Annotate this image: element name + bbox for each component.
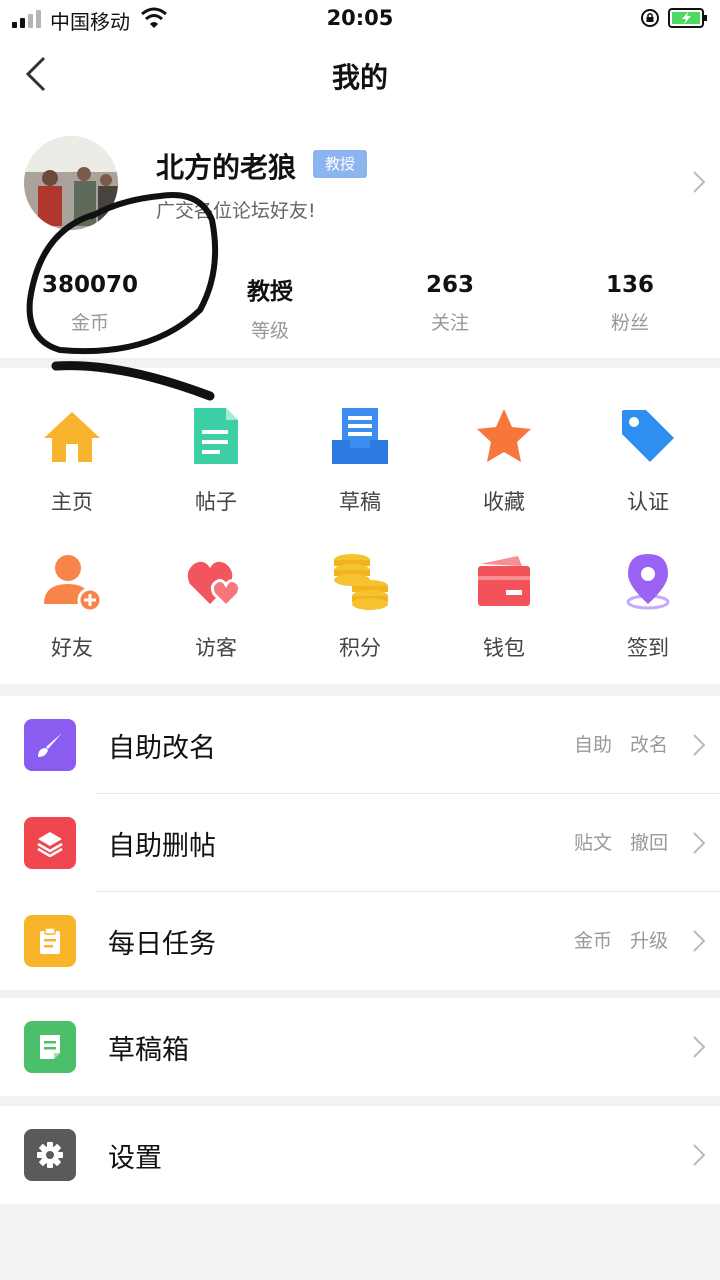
- stat-value: 263: [425, 272, 474, 298]
- note-icon: [24, 1021, 76, 1073]
- menu-section-drafts: 草稿箱: [0, 998, 720, 1096]
- grid-item-favorites[interactable]: 收藏: [432, 368, 576, 514]
- menu-item-rename[interactable]: 自助改名 自助 改名: [0, 696, 720, 794]
- menu-item-daily-tasks[interactable]: 每日任务 金币 升级: [0, 892, 720, 990]
- menu-item-delete-post[interactable]: 自助删帖 贴文 撤回: [0, 794, 720, 892]
- coins-icon: [334, 554, 388, 610]
- layers-icon: [24, 817, 76, 869]
- grid-item-checkin[interactable]: 签到: [576, 514, 720, 660]
- grid-item-label: 积分: [339, 636, 381, 660]
- grid-item-label: 好友: [51, 636, 93, 660]
- wallet-icon: [478, 556, 530, 606]
- brush-icon: [24, 719, 76, 771]
- menu-section-settings: 设置: [0, 1106, 720, 1204]
- menu-section-tools: 自助改名 自助 改名 自助删帖 贴文 撤回 每日任务 金币 升级: [0, 696, 720, 990]
- draft-tray-icon: [332, 408, 388, 464]
- home-icon: [44, 412, 100, 462]
- star-icon: [477, 409, 531, 462]
- grid-item-label: 帖子: [195, 490, 237, 514]
- chevron-right-icon: [693, 930, 706, 952]
- menu-item-settings[interactable]: 设置: [0, 1106, 720, 1204]
- grid-item-label: 收藏: [483, 490, 525, 514]
- stat-level[interactable]: 教授 等级: [180, 272, 360, 343]
- chevron-right-icon: [693, 1144, 706, 1166]
- stat-coins[interactable]: 380070 金币: [0, 272, 180, 335]
- grid-item-label: 访客: [195, 636, 237, 660]
- tag-icon: [622, 410, 674, 462]
- grid-item-posts[interactable]: 帖子: [144, 368, 288, 514]
- rotation-lock-icon: [641, 9, 659, 27]
- grid-item-wallet[interactable]: 钱包: [432, 514, 576, 660]
- location-pin-icon: [626, 554, 670, 610]
- menu-item-tags: 贴文 撤回: [573, 832, 668, 854]
- grid-item-verify[interactable]: 认证: [576, 368, 720, 514]
- username: 北方的老狼: [156, 151, 297, 184]
- grid-item-label: 认证: [627, 490, 669, 514]
- chevron-right-icon: [693, 734, 706, 756]
- grid-item-label: 草稿: [339, 490, 381, 514]
- chevron-right-icon: [693, 832, 706, 854]
- page-title: 我的: [331, 61, 388, 94]
- stat-value: 136: [605, 272, 654, 298]
- stat-label: 等级: [250, 320, 289, 342]
- grid-item-points[interactable]: 积分: [288, 514, 432, 660]
- menu-item-tags: 自助 改名: [573, 734, 668, 756]
- shortcut-grid: 主页 帖子 草稿 收藏 认证 好友 访客 积分 钱包 签到: [0, 368, 720, 684]
- grid-item-label: 签到: [627, 636, 669, 660]
- battery-icon: [668, 8, 707, 28]
- chevron-right-icon[interactable]: [692, 170, 706, 194]
- chevron-right-icon: [693, 1036, 706, 1058]
- menu-item-label: 设置: [108, 1143, 162, 1174]
- stat-following[interactable]: 263 关注: [360, 272, 540, 335]
- stat-fans[interactable]: 136 粉丝: [540, 272, 720, 335]
- profile-card: 北方的老狼 教授 广交各位论坛好友! 380070 金币 教授 等级 263 关…: [0, 110, 720, 358]
- gear-icon: [24, 1129, 76, 1181]
- grid-item-label: 钱包: [483, 636, 525, 660]
- add-friend-icon: [44, 555, 102, 612]
- stat-value: 380070: [41, 272, 139, 298]
- status-time: 20:05: [326, 6, 394, 30]
- grid-item-label: 主页: [51, 490, 93, 514]
- rank-badge: 教授: [313, 150, 368, 178]
- document-icon: [194, 408, 238, 464]
- grid-item-visitors[interactable]: 访客: [144, 514, 288, 660]
- stat-value: 教授: [247, 279, 293, 305]
- avatar[interactable]: [24, 136, 118, 230]
- stat-label: 金币: [70, 312, 109, 334]
- menu-item-label: 草稿箱: [108, 1035, 189, 1066]
- stat-label: 粉丝: [610, 312, 649, 334]
- menu-item-tags: 金币 升级: [573, 930, 668, 952]
- menu-item-label: 自助删帖: [108, 831, 216, 862]
- menu-item-label: 自助改名: [108, 733, 216, 764]
- navigation-bar: 我的: [0, 38, 720, 110]
- hearts-icon: [187, 561, 242, 609]
- stat-label: 关注: [430, 312, 469, 334]
- menu-item-label: 每日任务: [108, 929, 216, 960]
- status-bar: 中国移动 20:05: [0, 0, 720, 38]
- grid-item-drafts[interactable]: 草稿: [288, 368, 432, 514]
- clipboard-icon: [24, 915, 76, 967]
- menu-item-draft-box[interactable]: 草稿箱: [0, 998, 720, 1096]
- grid-item-home[interactable]: 主页: [0, 368, 144, 514]
- user-signature: 广交各位论坛好友!: [156, 200, 316, 222]
- grid-item-friends[interactable]: 好友: [0, 514, 144, 660]
